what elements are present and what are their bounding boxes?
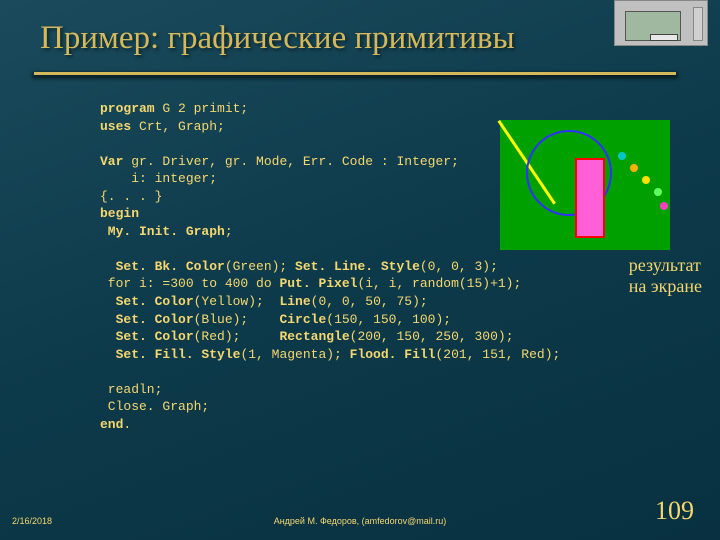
red-magenta-rectangle [575, 158, 605, 238]
code-text: readln; [100, 382, 162, 397]
code-text: (0, 0, 3); [420, 259, 498, 274]
footer-author: Андрей М. Федоров, (amfedorov@mail.ru) [274, 516, 447, 526]
code-text: (Red); [194, 329, 280, 344]
kw-var: Var [100, 154, 131, 169]
code-text: {. . . } [100, 189, 162, 204]
thumbnail-scrollbar [693, 7, 703, 41]
proc-putpixel: Put. Pixel [279, 276, 357, 291]
code-text: (1, Magenta); [240, 347, 349, 362]
kw-begin: begin [100, 206, 139, 221]
pixel-dot [642, 176, 650, 184]
code-text: ; [225, 224, 233, 239]
code-text: (Yellow); [194, 294, 280, 309]
proc-initgraph: My. Init. Graph [100, 224, 225, 239]
code-text: i: integer; [100, 171, 217, 186]
proc-setcolor: Set. Color [100, 329, 194, 344]
proc-floodfill: Flood. Fill [350, 347, 436, 362]
footer-date: 2/16/2018 [12, 516, 52, 526]
code-text: Close. Graph; [100, 399, 209, 414]
code-text: Crt, Graph; [139, 119, 225, 134]
kw-program: program [100, 101, 155, 116]
result-line-2: на экране [629, 276, 702, 296]
pixel-dot [630, 164, 638, 172]
code-text: (200, 150, 250, 300); [350, 329, 514, 344]
proc-setlinestyle: Set. Line. Style [295, 259, 420, 274]
pixel-dot [618, 152, 626, 160]
proc-circle: Circle [279, 312, 326, 327]
title-underline [34, 72, 676, 75]
slide-number: 109 [655, 496, 694, 526]
pixel-dot [654, 188, 662, 196]
kw-uses: uses [100, 119, 139, 134]
proc-setcolor: Set. Color [100, 294, 194, 309]
code-text: gr. Driver, gr. Mode, Err. Code : Intege… [131, 154, 459, 169]
proc-rectangle: Rectangle [279, 329, 349, 344]
result-line-1: результат [629, 255, 701, 275]
pixel-dot [660, 202, 668, 210]
thumbnail-inner [625, 11, 681, 41]
proc-line: Line [279, 294, 310, 309]
thumbnail-button [650, 34, 678, 41]
preview-thumbnail [614, 0, 708, 46]
proc-setcolor: Set. Color [100, 312, 194, 327]
code-text: . [123, 417, 131, 432]
code-text: (Blue); [194, 312, 280, 327]
kw-end: end [100, 417, 123, 432]
code-text: (0, 0, 50, 75); [311, 294, 428, 309]
code-block: program G 2 primit; uses Crt, Graph; Var… [100, 100, 560, 433]
proc-setfillstyle: Set. Fill. Style [100, 347, 240, 362]
code-text: (Green); [225, 259, 295, 274]
code-text: (150, 150, 100); [326, 312, 451, 327]
code-text: (i, i, random(15)+1); [357, 276, 521, 291]
code-text: (201, 151, Red); [435, 347, 560, 362]
proc-setbkcolor: Set. Bk. Color [100, 259, 225, 274]
slide-title: Пример: графические примитивы [0, 0, 720, 57]
code-text: for i: =300 to 400 do [100, 276, 279, 291]
result-label: результат на экране [629, 255, 702, 296]
code-text: G 2 primit; [155, 101, 249, 116]
